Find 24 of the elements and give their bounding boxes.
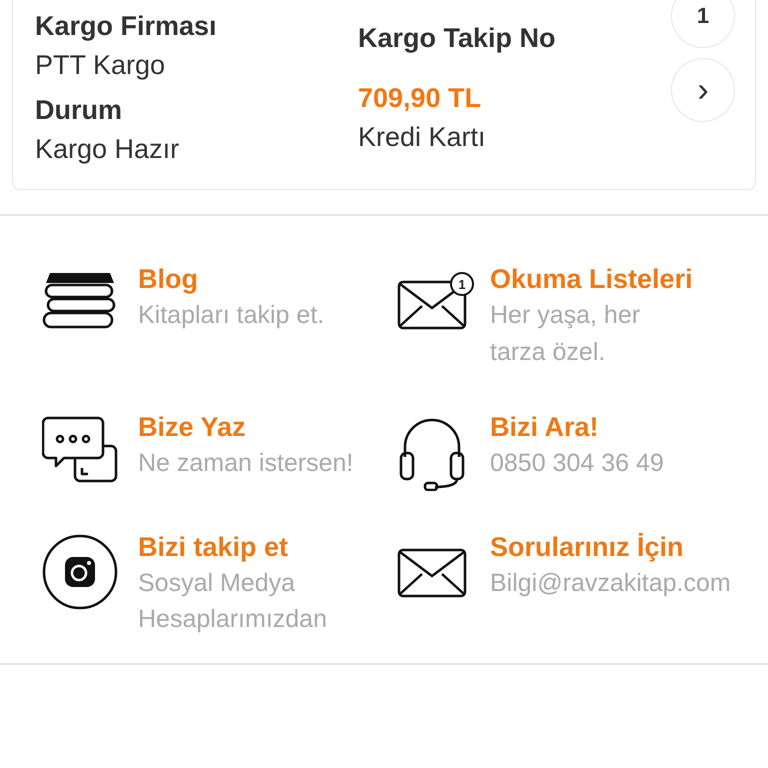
link-title[interactable]: Okuma Listeleri	[490, 262, 693, 298]
camera-icon	[42, 534, 118, 610]
page-button[interactable]: 1	[671, 0, 735, 48]
link-title[interactable]: Bizi takip et	[138, 530, 368, 565]
field-label: Durum	[35, 94, 123, 127]
link-subtitle: Bilgi@ravzakitap.com	[490, 568, 731, 599]
field-label: Kargo Firması	[35, 10, 218, 43]
field-value: Kargo Hazır	[35, 133, 180, 166]
link-subtitle: Kitapları takip et.	[138, 300, 324, 332]
next-button[interactable]: ›	[671, 58, 735, 122]
link-subtitle: Ne zaman istersen!	[138, 448, 354, 479]
link-subtitle: Her yaşa, her tarza özel.	[490, 300, 642, 368]
link-subtitle: 0850 304 36 49	[490, 448, 664, 479]
field-value: PTT Kargo	[35, 49, 166, 82]
link-title[interactable]: Bize Yaz	[138, 410, 354, 445]
field-label: Kargo Takip No	[358, 22, 557, 55]
notification-count: 1	[450, 272, 474, 296]
price-text: 709,90 TL	[358, 82, 482, 115]
envelope-icon	[397, 278, 467, 330]
link-title[interactable]: Sorularınız İçin	[490, 530, 731, 565]
link-title[interactable]: Blog	[138, 262, 324, 298]
link-title[interactable]: Bizi Ara!	[490, 410, 664, 445]
field-value: Kredi Kartı	[358, 121, 487, 154]
link-subtitle: Sosyal Medya Hesaplarımızdan	[138, 568, 328, 636]
